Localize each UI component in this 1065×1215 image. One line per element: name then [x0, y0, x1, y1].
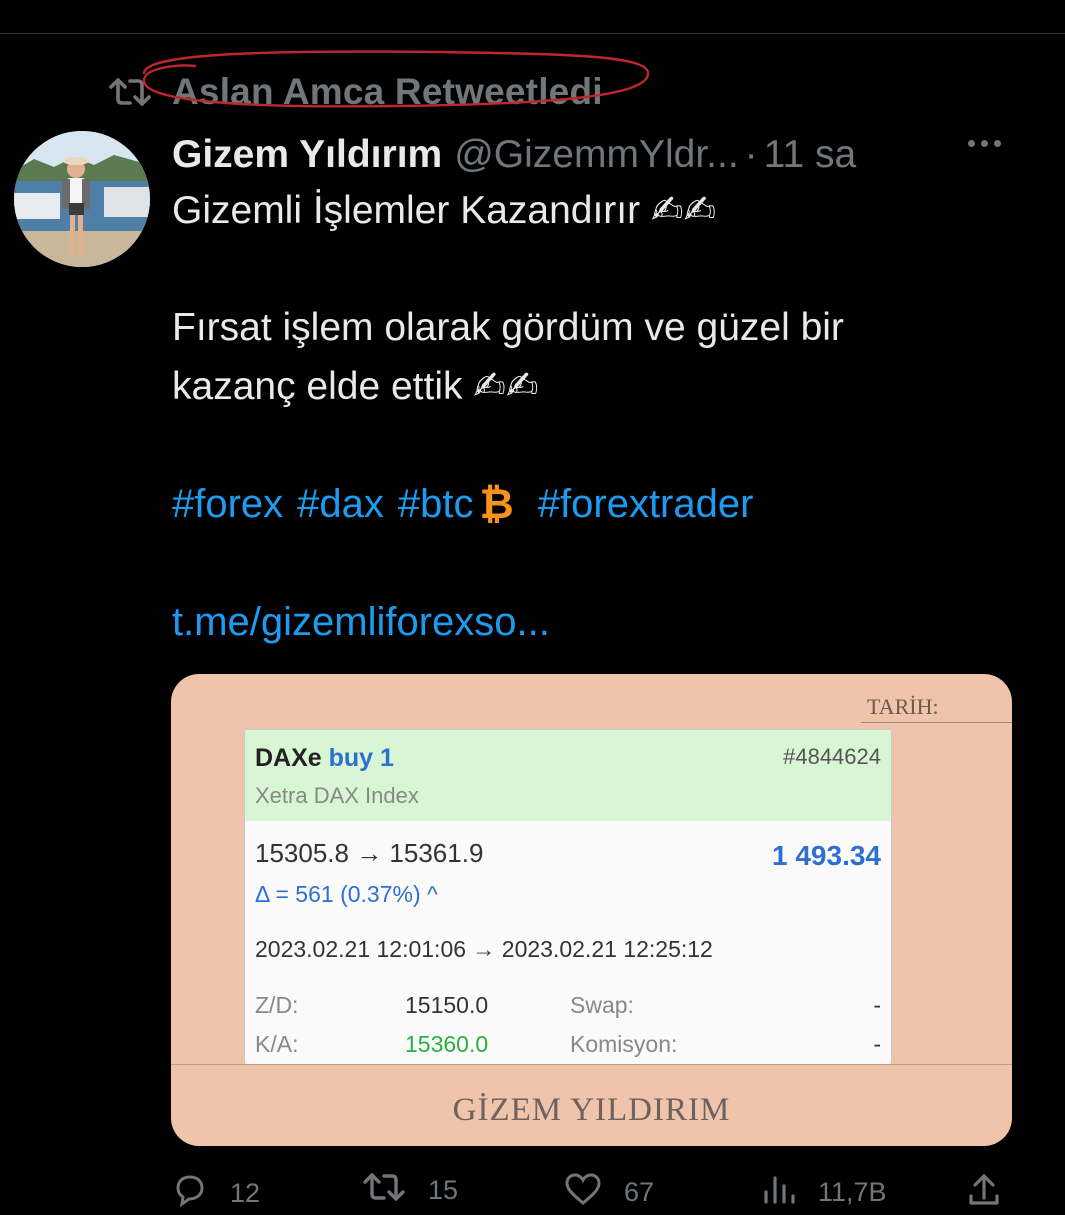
tarih-underline	[861, 722, 1012, 723]
trade-direction: buy 1	[328, 744, 394, 772]
bitcoin-emoji: ₿	[479, 480, 514, 527]
avatar[interactable]	[14, 131, 150, 267]
swap-value: -	[873, 992, 881, 1018]
share-icon	[967, 1172, 1001, 1213]
tweet-text-line-1: Gizemli İşlemler Kazandırır ✍✍	[172, 189, 717, 232]
red-annotation-circle	[142, 50, 650, 108]
reply-count: 12	[230, 1178, 261, 1208]
views-button[interactable]: 11,7B	[762, 1172, 887, 1213]
tweet-image[interactable]: TARİH: DAXe buy 1 Xetra DAX Index #48446…	[171, 674, 1012, 1146]
author-handle[interactable]: @GizemmYldr...	[454, 133, 738, 177]
tweet-text-line-2: Fırsat işlem olarak gördüm ve güzel bir	[172, 306, 844, 349]
trade-screenshot: DAXe buy 1 Xetra DAX Index #4844624 1530…	[244, 729, 892, 1065]
like-button[interactable]: 67	[564, 1172, 654, 1213]
tp-label: K/A:	[255, 1031, 299, 1057]
trade-instrument: Xetra DAX Index	[255, 783, 419, 808]
top-divider	[0, 33, 1065, 34]
tweet-header: Gizem Yıldırım @GizemmYldr... · 11 sa	[172, 128, 856, 182]
views-count: 11,7B	[818, 1177, 887, 1207]
trade-profit: 1 493.34	[772, 840, 881, 871]
reply-button[interactable]: 12	[172, 1172, 260, 1215]
commission-value: -	[873, 1031, 881, 1057]
watermark-text: GİZEM YILDIRIM	[452, 1092, 731, 1128]
trade-header: DAXe buy 1 Xetra DAX Index #4844624	[245, 730, 891, 821]
tarih-label: TARİH:	[867, 694, 939, 719]
card-divider	[171, 1064, 1012, 1065]
action-bar: 12 15 67 11,7B	[172, 1172, 1012, 1212]
retweet-count: 15	[428, 1175, 459, 1205]
trade-ticket: #4844624	[783, 744, 881, 769]
retweet-action-icon	[362, 1172, 406, 1209]
tp-value: 15360.0	[405, 1031, 489, 1057]
trade-delta: Δ = 561 (0.37%) ^	[255, 881, 438, 907]
tweet-time[interactable]: 11 sa	[764, 133, 857, 177]
swap-label: Swap:	[570, 992, 634, 1018]
hashtag-dax[interactable]: #dax	[297, 482, 384, 527]
hashtag-forextrader[interactable]: #forextrader	[538, 482, 754, 527]
telegram-link[interactable]: t.me/gizemliforexso...	[172, 600, 550, 645]
hashtag-forex[interactable]: #forex	[172, 482, 283, 527]
hashtag-btc[interactable]: #btc	[398, 482, 474, 527]
sl-value: 15150.0	[405, 992, 489, 1018]
commission-label: Komisyon:	[570, 1031, 678, 1057]
heart-icon	[564, 1172, 602, 1213]
trade-dates: 2023.02.21 12:01:06 → 2023.02.21 12:25:1…	[255, 936, 713, 962]
trade-symbol: DAXe	[255, 744, 322, 772]
more-options-icon[interactable]	[968, 140, 1001, 147]
trade-title: DAXe buy 1	[255, 744, 394, 773]
hashtag-row: #forex #dax #btc ₿ #forextrader	[172, 480, 767, 528]
retweet-button[interactable]: 15	[362, 1172, 458, 1209]
share-button[interactable]	[967, 1172, 1001, 1213]
trade-prices: 15305.8 → 15361.9	[255, 838, 484, 868]
reply-icon	[172, 1172, 208, 1215]
views-icon	[762, 1172, 796, 1213]
tweet-text-line-3: kazanç elde ettik ✍✍	[172, 365, 539, 408]
like-count: 67	[624, 1177, 655, 1207]
sl-label: Z/D:	[255, 992, 299, 1018]
separator-dot: ·	[744, 133, 758, 176]
author-name[interactable]: Gizem Yıldırım	[172, 133, 442, 177]
